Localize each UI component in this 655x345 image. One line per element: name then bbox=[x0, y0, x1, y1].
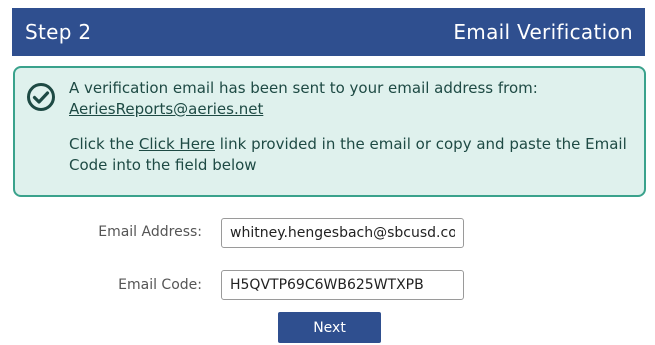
notice-paragraph-sent: A verification email has been sent to yo… bbox=[69, 78, 639, 120]
email-code-label: Email Code: bbox=[118, 277, 202, 293]
check-circle-icon bbox=[26, 82, 56, 112]
click-here-link[interactable]: Click Here bbox=[139, 135, 215, 153]
page-title: Email Verification bbox=[453, 20, 633, 44]
step-header: Step 2 Email Verification bbox=[12, 8, 645, 56]
email-code-field[interactable] bbox=[221, 270, 464, 300]
notice-text: A verification email has been sent to yo… bbox=[69, 78, 639, 190]
sender-email-link[interactable]: AeriesReports@aeries.net bbox=[69, 100, 263, 118]
email-address-label: Email Address: bbox=[98, 224, 202, 240]
next-button[interactable]: Next bbox=[278, 312, 381, 343]
verification-notice: A verification email has been sent to yo… bbox=[13, 66, 646, 197]
email-address-field[interactable] bbox=[221, 218, 464, 248]
step-number: Step 2 bbox=[25, 20, 92, 44]
notice-paragraph-instructions: Click the Click Here link provided in th… bbox=[69, 134, 639, 176]
notice-instruction-prefix: Click the bbox=[69, 135, 139, 153]
notice-line-sent: A verification email has been sent to yo… bbox=[69, 79, 538, 97]
